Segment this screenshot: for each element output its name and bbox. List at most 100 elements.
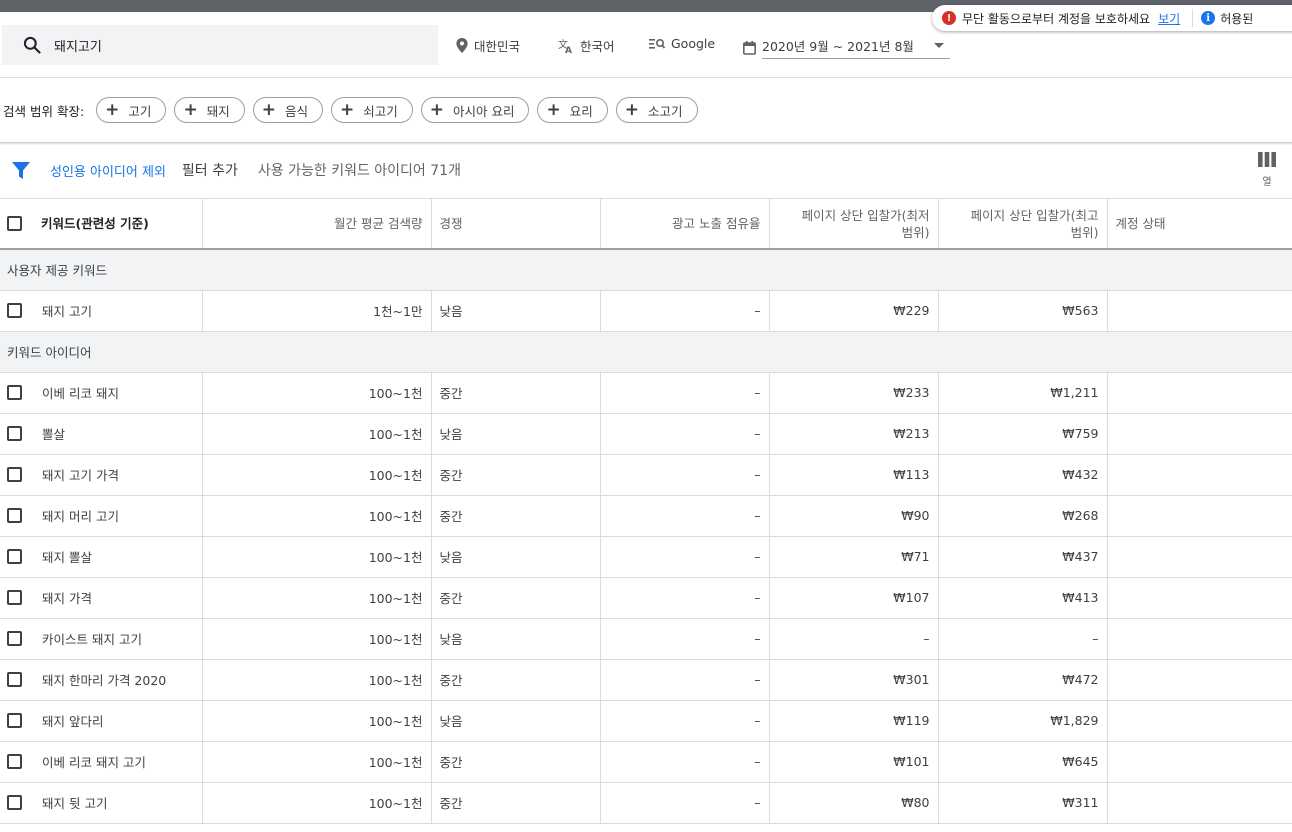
language-selector[interactable]: 文A 한국어 xyxy=(558,36,615,55)
keyword-cell: 이베 리코 돼지 고기 xyxy=(0,741,202,783)
chip-label: 음식 xyxy=(284,103,308,119)
keyword-text: 카이스트 돼지 고기 xyxy=(42,632,142,647)
keyword-cell: 돼지 고기 가격 xyxy=(0,454,202,496)
top-bid-high-cell: ₩432 xyxy=(937,454,1107,496)
impression-share-cell: – xyxy=(599,659,769,701)
monthly-searches-cell: 100~1천 xyxy=(201,372,431,414)
broaden-chip[interactable]: + 요리 xyxy=(537,97,608,123)
columns-label: 열 xyxy=(1262,177,1272,188)
account-status-cell xyxy=(1106,454,1292,496)
broaden-chip[interactable]: + 고기 xyxy=(96,97,167,123)
select-all-checkbox[interactable] xyxy=(7,216,22,231)
account-status-cell xyxy=(1106,413,1292,455)
location-selector[interactable]: 대한민국 xyxy=(456,36,520,55)
top-bid-low-cell: ₩90 xyxy=(768,495,938,537)
row-checkbox[interactable] xyxy=(7,303,22,318)
competition-cell: 중간 xyxy=(430,741,600,783)
keyword-text: 돼지 앞다리 xyxy=(42,714,104,729)
broaden-chip[interactable]: + 돼지 xyxy=(174,97,245,123)
row-checkbox[interactable] xyxy=(7,590,22,605)
competition-header[interactable]: 경쟁 xyxy=(430,199,600,250)
add-filter-button[interactable]: 필터 추가 xyxy=(182,160,238,180)
row-checkbox[interactable] xyxy=(7,672,22,687)
keyword-column-header[interactable]: 키워드(관련성 기준) xyxy=(0,199,202,250)
impression-share-cell: – xyxy=(599,495,769,537)
broaden-chip[interactable]: + 음식 xyxy=(252,97,323,123)
broaden-chip[interactable]: + 아시아 요리 xyxy=(420,97,530,123)
account-status-header[interactable]: 계정 상태 xyxy=(1106,199,1292,250)
header-divider xyxy=(0,77,1292,78)
monthly-searches-cell: 100~1천 xyxy=(201,618,431,660)
account-status-cell xyxy=(1106,577,1292,619)
date-range-selector[interactable]: 2020년 9월 ~ 2021년 8월 xyxy=(743,36,950,59)
view-link[interactable]: 보기 xyxy=(1158,10,1180,27)
row-checkbox[interactable] xyxy=(7,754,22,769)
monthly-searches-cell: 100~1천 xyxy=(201,782,431,824)
table-row: 돼지 고기 가격 100~1천 중간 – ₩113 ₩432 xyxy=(0,454,1292,496)
monthly-searches-header[interactable]: 월간 평균 검색량 xyxy=(201,199,431,250)
account-status-cell xyxy=(1106,536,1292,578)
top-bid-low-cell: ₩107 xyxy=(768,577,938,619)
top-bid-high-cell: ₩413 xyxy=(937,577,1107,619)
top-bid-high-cell: ₩311 xyxy=(937,782,1107,824)
adult-ideas-filter[interactable]: 성인용 아이디어 제외 xyxy=(50,161,166,180)
keyword-cell: 돼지 뽈살 xyxy=(0,536,202,578)
location-pin-icon xyxy=(456,38,468,53)
row-checkbox[interactable] xyxy=(7,795,22,810)
row-checkbox[interactable] xyxy=(7,467,22,482)
row-checkbox[interactable] xyxy=(7,385,22,400)
network-selector[interactable]: Google xyxy=(649,36,715,51)
row-checkbox[interactable] xyxy=(7,549,22,564)
table-row: 돼지 한마리 가격 2020 100~1천 중간 – ₩301 ₩472 xyxy=(0,659,1292,701)
search-input[interactable] xyxy=(54,37,394,53)
section-shadow xyxy=(0,142,1292,145)
impression-share-header[interactable]: 광고 노출 점유율 xyxy=(599,199,769,250)
row-checkbox[interactable] xyxy=(7,631,22,646)
info-icon: i xyxy=(1201,11,1216,25)
keyword-text: 뽈살 xyxy=(42,427,66,442)
top-bid-high-cell: ₩645 xyxy=(937,741,1107,783)
keyword-cell: 돼지 머리 고기 xyxy=(0,495,202,537)
broaden-search-bar: 검색 범위 확장: + 고기 + 돼지 + 음식 + 쇠고기 + 아시아 요리 + 요리 +… xyxy=(3,97,706,123)
plus-icon: + xyxy=(429,99,444,120)
chip-label: 소고기 xyxy=(647,103,683,119)
top-bid-low-cell: ₩301 xyxy=(768,659,938,701)
table-row: 돼지 고기 1천~1만 낮음 – ₩229 ₩563 xyxy=(0,290,1292,332)
keyword-count: 사용 가능한 키워드 아이디어 71개 xyxy=(257,163,461,179)
top-bid-high-cell: – xyxy=(937,618,1107,660)
top-bid-low-cell: ₩80 xyxy=(768,782,938,824)
competition-cell: 낮음 xyxy=(430,413,600,455)
chip-label: 쇠고기 xyxy=(363,103,398,119)
columns-button[interactable]: 열 xyxy=(1254,152,1280,188)
plus-icon: + xyxy=(546,99,561,120)
impression-share-cell: – xyxy=(599,618,769,660)
top-bid-high-header[interactable]: 페이지 상단 입찰가(최고 범위) xyxy=(937,199,1107,250)
translate-icon: 文A xyxy=(558,38,572,53)
account-status-cell xyxy=(1106,659,1292,701)
monthly-searches-cell: 100~1천 xyxy=(201,495,431,537)
broaden-chip[interactable]: + 쇠고기 xyxy=(330,97,413,123)
row-checkbox[interactable] xyxy=(7,426,22,441)
top-bid-high-cell: ₩759 xyxy=(937,413,1107,455)
row-checkbox[interactable] xyxy=(7,713,22,728)
top-bid-high-cell: ₩563 xyxy=(937,290,1107,332)
keyword-search-box[interactable] xyxy=(2,25,438,65)
plus-icon: + xyxy=(624,99,639,120)
row-checkbox[interactable] xyxy=(7,508,22,523)
competition-cell: 중간 xyxy=(430,372,600,414)
monthly-searches-cell: 100~1천 xyxy=(201,454,431,496)
account-status-cell xyxy=(1106,782,1292,824)
top-bid-low-header[interactable]: 페이지 상단 입찰가(최저 범위) xyxy=(768,199,938,250)
monthly-searches-cell: 100~1천 xyxy=(201,741,431,783)
top-bid-low-cell: ₩113 xyxy=(768,454,938,496)
allowed-notice-text: 허용된 xyxy=(1220,11,1254,26)
competition-cell: 중간 xyxy=(430,454,600,496)
plus-icon: + xyxy=(339,99,355,120)
chip-label: 돼지 xyxy=(206,103,230,119)
broaden-chip[interactable]: + 소고기 xyxy=(615,97,698,123)
competition-cell: 낮음 xyxy=(430,618,600,660)
account-status-cell xyxy=(1106,290,1292,332)
monthly-searches-cell: 100~1천 xyxy=(201,700,431,742)
filter-icon[interactable] xyxy=(12,161,30,179)
date-range-dropdown[interactable]: 2020년 9월 ~ 2021년 8월 xyxy=(762,36,950,59)
